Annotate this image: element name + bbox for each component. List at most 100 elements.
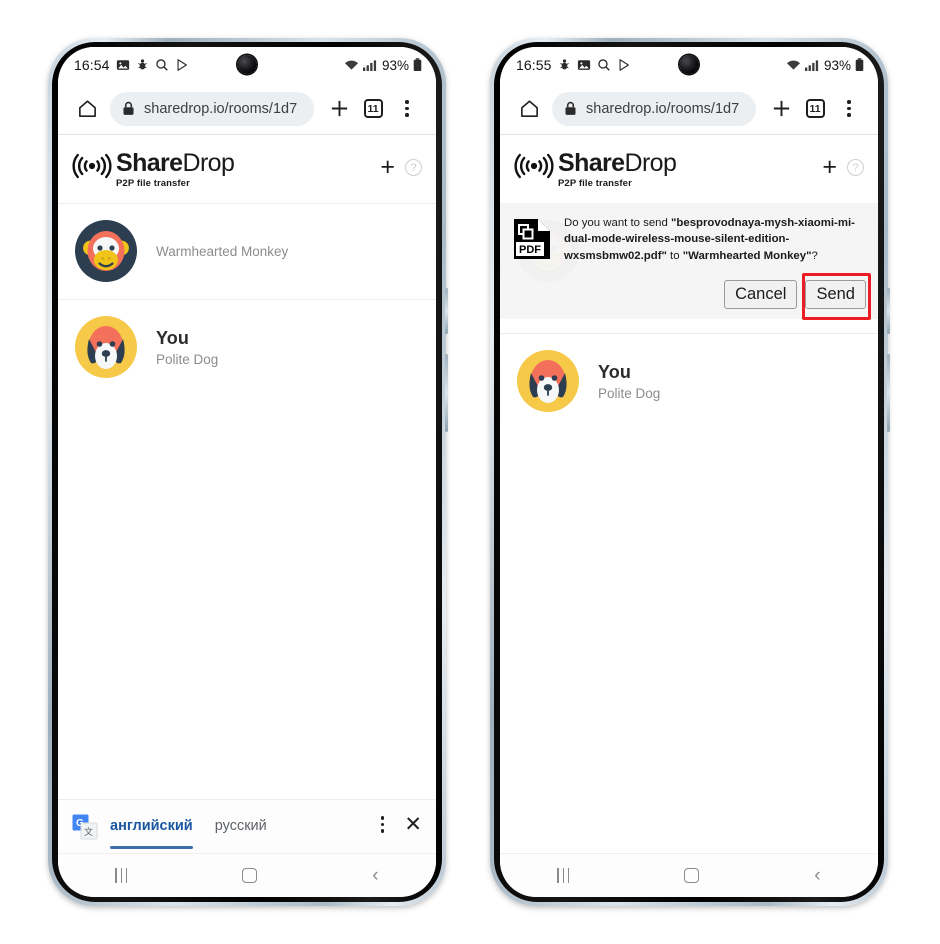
lock-icon	[564, 101, 577, 116]
pdf-file-icon: PDF	[512, 217, 552, 266]
peer-row-you[interactable]: You Polite Dog	[500, 332, 878, 429]
logo-title: ShareDrop	[558, 149, 677, 177]
translate-bar-actions: ✕	[380, 814, 422, 839]
translate-overflow-menu-icon[interactable]	[380, 816, 385, 833]
phone-screen-right: 16:55 93% sharedrop.io/rooms/1d7 11 Shar…	[500, 47, 878, 897]
wifi-icon	[344, 59, 359, 72]
peer-names: You Polite Dog	[156, 328, 218, 367]
volume-button[interactable]	[887, 288, 890, 334]
new-tab-button[interactable]	[764, 98, 798, 119]
tab-count-label: 11	[363, 99, 383, 118]
new-tab-button[interactable]	[322, 98, 356, 119]
logo-bold-part: Share	[116, 149, 183, 177]
android-nav-bar: ‹	[58, 853, 436, 897]
help-icon[interactable]: ?	[405, 159, 422, 176]
back-icon[interactable]: ‹	[814, 866, 820, 885]
peer-row-monkey[interactable]: Warmhearted Monkey	[58, 202, 436, 299]
monkey-avatar[interactable]	[74, 219, 138, 283]
front-camera	[679, 55, 699, 74]
cancel-button[interactable]: Cancel	[724, 279, 798, 310]
image-icon	[116, 58, 130, 72]
dog-avatar[interactable]	[74, 315, 138, 379]
phone-device-right: 16:55 93% sharedrop.io/rooms/1d7 11 Shar…	[490, 38, 890, 906]
add-icon[interactable]: +	[380, 155, 395, 180]
logo-text: ShareDrop P2P file transfer	[558, 149, 677, 189]
download-icon	[558, 58, 571, 72]
address-bar-url: sharedrop.io/rooms/1d7	[144, 100, 298, 117]
tab-count-label: 11	[805, 99, 825, 118]
google-translate-icon: G 文	[72, 814, 98, 840]
recent-apps-icon[interactable]	[115, 868, 128, 883]
address-bar[interactable]: sharedrop.io/rooms/1d7	[552, 91, 756, 126]
status-bar-right: 93%	[344, 58, 422, 73]
peer-list: Warmhearted Monkey PDF	[500, 202, 878, 429]
app-header-actions: + ?	[822, 151, 864, 180]
logo-tagline: P2P file transfer	[558, 178, 632, 189]
overflow-menu-icon[interactable]	[832, 100, 866, 117]
dog-avatar[interactable]	[516, 349, 580, 413]
image-icon	[577, 58, 591, 72]
address-bar-url: sharedrop.io/rooms/1d7	[586, 100, 740, 117]
home-icon[interactable]	[70, 98, 104, 119]
battery-icon	[413, 58, 422, 72]
send-button[interactable]: Send	[805, 279, 866, 310]
download-icon	[136, 58, 149, 72]
logo-bold-part: Share	[558, 149, 625, 177]
dialog-suffix: ?	[811, 249, 818, 262]
dialog-actions: Cancel Send	[512, 272, 871, 320]
logo-title: ShareDrop	[116, 149, 235, 177]
peer-name: You	[156, 327, 189, 348]
peer-subtitle: Polite Dog	[598, 385, 661, 401]
volume-button[interactable]	[445, 288, 448, 334]
android-nav-bar: ‹	[500, 853, 878, 897]
logo-text: ShareDrop P2P file transfer	[116, 149, 235, 189]
peer-row-you[interactable]: You Polite Dog	[58, 298, 436, 395]
home-icon[interactable]	[512, 98, 546, 119]
dialog-prefix: Do you want to send	[564, 216, 672, 229]
send-confirm-dialog: PDF Do you want to send "besprovodnaya-m…	[500, 202, 878, 320]
battery-percent: 93%	[823, 57, 851, 73]
signal-icon	[362, 59, 377, 72]
power-button[interactable]	[445, 354, 448, 432]
home-square-icon[interactable]	[684, 868, 700, 883]
translate-language-tabs: английский русский	[110, 800, 267, 853]
browser-toolbar: sharedrop.io/rooms/1d7 11	[58, 83, 436, 135]
translate-tab-target[interactable]: русский	[215, 810, 267, 853]
search-icon	[155, 58, 169, 72]
logo-light-part: Drop	[182, 149, 235, 177]
help-icon[interactable]: ?	[847, 159, 864, 176]
add-icon[interactable]: +	[822, 155, 837, 180]
status-bar-right: 93%	[786, 58, 864, 73]
app-header-actions: + ?	[380, 151, 422, 180]
status-time: 16:54	[74, 57, 110, 73]
translate-close-icon[interactable]: ✕	[404, 814, 422, 835]
dialog-body: PDF Do you want to send "besprovodnaya-m…	[512, 215, 866, 266]
back-icon[interactable]: ‹	[372, 866, 378, 885]
lock-icon	[122, 101, 135, 116]
home-square-icon[interactable]	[242, 868, 258, 883]
translate-bar: G 文 английский русский ✕	[58, 799, 436, 853]
peer-name: Warmhearted Monkey	[156, 243, 289, 259]
search-icon	[597, 58, 611, 72]
dialog-middle: to	[666, 249, 683, 262]
phone-device-left: 16:54 93% sharedrop.io/rooms/1d7 11 Shar…	[48, 38, 448, 906]
front-camera	[237, 55, 257, 74]
svg-text:PDF: PDF	[519, 244, 541, 256]
address-bar[interactable]: sharedrop.io/rooms/1d7	[110, 91, 314, 126]
wifi-icon	[786, 59, 801, 72]
app-header: ShareDrop P2P file transfer + ?	[500, 135, 878, 203]
app-header: ShareDrop P2P file transfer + ?	[58, 135, 436, 203]
sharedrop-logo: ShareDrop P2P file transfer	[72, 149, 235, 189]
tab-switcher-button[interactable]: 11	[798, 99, 832, 118]
sharedrop-logo: ShareDrop P2P file transfer	[514, 149, 677, 189]
battery-icon	[855, 58, 864, 72]
recent-apps-icon[interactable]	[557, 868, 570, 883]
broadcast-waves-icon	[514, 153, 554, 184]
logo-tagline: P2P file transfer	[116, 178, 190, 189]
play-store-icon	[175, 58, 189, 72]
overflow-menu-icon[interactable]	[390, 100, 424, 117]
phone-screen-left: 16:54 93% sharedrop.io/rooms/1d7 11 Shar…	[58, 47, 436, 897]
translate-tab-source[interactable]: английский	[110, 810, 193, 853]
tab-switcher-button[interactable]: 11	[356, 99, 390, 118]
power-button[interactable]	[887, 354, 890, 432]
